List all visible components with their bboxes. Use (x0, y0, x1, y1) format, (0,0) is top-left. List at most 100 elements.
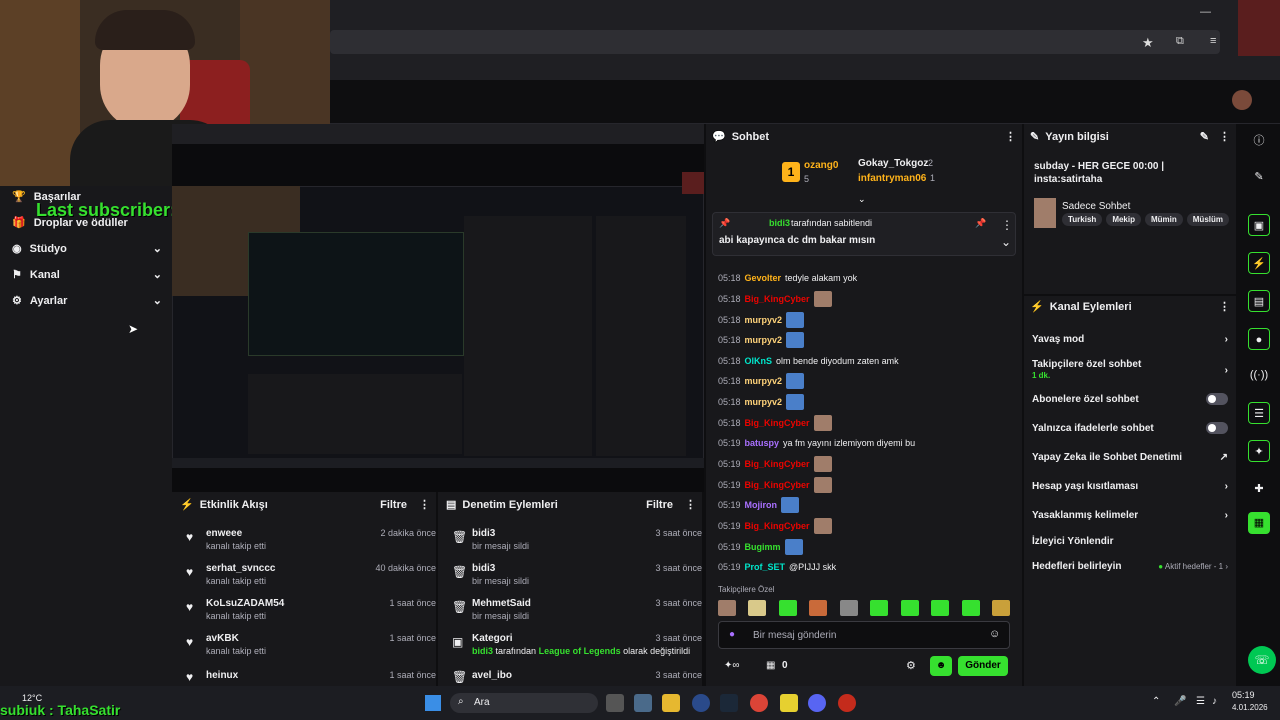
list-item[interactable]: ♥ serhat_svnccc kanalı takip etti 40 dak… (186, 563, 436, 597)
list-item[interactable]: ♥ heinux 1 saat önce (186, 670, 436, 684)
more-icon[interactable]: ⋮ (1219, 300, 1230, 313)
chat-bubble-icon[interactable]: ● (1248, 328, 1270, 350)
emote-icon[interactable] (778, 600, 797, 616)
clock-time[interactable]: 05:19 (1232, 690, 1255, 700)
list-item[interactable]: ▣ Kategori bidi3 tarafından League of Le… (452, 633, 702, 667)
msg-user[interactable]: murpyv2 (745, 376, 783, 386)
category-game[interactable]: League of Legends (539, 646, 621, 656)
chrome-icon[interactable] (750, 694, 768, 712)
chat-message[interactable]: 05:18 murpyv2 (718, 393, 805, 411)
tag[interactable]: Mekip (1106, 213, 1141, 226)
clip-icon[interactable]: ▣ (1248, 214, 1270, 236)
chat-message[interactable]: 05:18 murpyv2 (718, 311, 805, 329)
chevron-down-icon[interactable]: ⌄ (858, 194, 866, 205)
extension-icon[interactable]: ▦ (1248, 512, 1270, 534)
calculator-icon[interactable] (634, 694, 652, 712)
mic-icon[interactable]: ● (729, 629, 735, 640)
action-followers-only[interactable]: Takipçilere özel sohbet 1 dk. › (1032, 358, 1228, 382)
list-item[interactable]: ♥ enweee kanalı takip etti 2 dakika önce (186, 528, 436, 562)
chat-message[interactable]: 05:18 murpyv2 (718, 372, 805, 390)
msg-user[interactable]: batuspy (745, 438, 780, 448)
list-item[interactable]: 🗑 avel_ibo 3 saat önce (452, 670, 702, 684)
action-banned-words[interactable]: Yasaklanmış kelimeler › (1032, 510, 1228, 521)
chat-message[interactable]: 05:19 batuspy ya fm yayını izlemiyom diyem… (718, 434, 915, 452)
msg-user[interactable]: murpyv2 (745, 397, 783, 407)
chat-message[interactable]: 05:18 Big_KingCyber (718, 290, 832, 308)
stream-preview[interactable] (172, 124, 704, 492)
chat-message[interactable]: 05:19 Big_KingCyber (718, 455, 832, 473)
action-emote-only[interactable]: Yalnızca ifadelerle sohbet (1032, 422, 1228, 434)
unpin-icon[interactable]: 📌 (975, 218, 986, 229)
msg-user[interactable]: OlKnS (745, 356, 773, 366)
chat-settings-icon[interactable]: ⚙ (906, 659, 916, 672)
list-item[interactable]: 🗑 bidi3 bir mesajı sildi 3 saat önce (452, 563, 702, 597)
chat-message[interactable]: 05:19 Big_KingCyber (718, 476, 832, 494)
pencil-icon[interactable]: ✎ (1248, 166, 1270, 188)
leader-name[interactable]: infantryman06 (858, 173, 926, 184)
chat-message[interactable]: 05:19 Mojiron (718, 496, 800, 514)
chat-message[interactable]: 05:19 Big_KingCyber (718, 517, 832, 535)
wrench-icon[interactable]: ✦ (1248, 440, 1270, 462)
chat-message[interactable]: 05:18 murpyv2 (718, 331, 805, 349)
emote-tray[interactable] (718, 600, 1010, 616)
help-icon[interactable]: ☏ (1248, 646, 1276, 674)
list-item[interactable]: 🗑 bidi3 bir mesajı sildi 3 saat önce (452, 528, 702, 562)
more-icon[interactable]: ⋮ (1219, 130, 1230, 143)
emote-icon[interactable] (961, 600, 980, 616)
task-view-icon[interactable] (606, 694, 624, 712)
chat-message[interactable]: 05:19 Bugimm (718, 538, 803, 556)
msg-user[interactable]: Big_KingCyber (745, 418, 810, 428)
address-bar[interactable] (330, 30, 1220, 54)
ad-icon[interactable]: ▤ (1248, 290, 1270, 312)
list-item[interactable]: ♥ KoLsuZADAM54 kanalı takip etti 1 saat … (186, 598, 436, 632)
msg-user[interactable]: Big_KingCyber (745, 480, 810, 490)
emote-icon[interactable] (809, 600, 828, 616)
extensions-icon[interactable]: ⧉ (1176, 35, 1184, 48)
chat-message[interactable]: 05:18 Big_KingCyber (718, 414, 832, 432)
discord-icon[interactable] (808, 694, 826, 712)
chevron-down-icon[interactable]: ⌄ (1001, 235, 1011, 249)
bookmark-star-icon[interactable]: ★ (1142, 35, 1154, 51)
points-icon[interactable]: ▦ (766, 660, 775, 671)
action-raid[interactable]: İzleyici Yönlendir (1032, 536, 1228, 547)
record-icon[interactable] (838, 694, 856, 712)
emote-icon[interactable] (718, 600, 736, 616)
clock-date[interactable]: 4.01.2026 (1232, 703, 1268, 712)
emote-icon[interactable] (900, 600, 919, 616)
wifi-icon[interactable]: ☰ (1196, 696, 1205, 707)
windows-start-icon[interactable] (425, 695, 441, 711)
chat-input[interactable]: ● Bir mesaj gönderin ☺ (718, 621, 1010, 649)
tag[interactable]: Mümin (1144, 213, 1183, 226)
leader-name[interactable]: Gokay_Tokgoz (858, 158, 928, 169)
msg-user[interactable]: Bugimm (745, 542, 781, 552)
minimize-icon[interactable]: — (1200, 6, 1211, 18)
bits-icon[interactable]: ✦∞ (724, 660, 740, 671)
app-icon[interactable] (692, 694, 710, 712)
activity-filter-button[interactable]: Filtre (380, 499, 407, 511)
leader-name[interactable]: ozang0 (804, 160, 838, 171)
emoji-icon[interactable]: ☺ (989, 628, 1000, 640)
chat-message[interactable]: 05:18 OlKnS olm bende diyodum zaten amk (718, 352, 899, 370)
mod-filter-button[interactable]: Filtre (646, 499, 673, 511)
community-icon[interactable]: ☻ (930, 656, 952, 676)
info-icon[interactable]: ⓘ (1248, 130, 1270, 152)
msg-user[interactable]: murpyv2 (745, 335, 783, 345)
lightning-icon[interactable]: ⚡ (1248, 252, 1270, 274)
action-goals[interactable]: Hedefleri belirleyin ● Aktif hedefler - … (1032, 561, 1228, 572)
file-explorer-icon[interactable] (662, 694, 680, 712)
emote-icon[interactable] (839, 600, 858, 616)
msg-user[interactable]: Big_KingCyber (745, 459, 810, 469)
more-icon[interactable]: ⋮ (419, 498, 430, 511)
action-subs-only[interactable]: Abonelere özel sohbet (1032, 393, 1228, 405)
notes-icon[interactable] (780, 694, 798, 712)
send-button[interactable]: Gönder (958, 656, 1008, 676)
chat-message[interactable]: 05:19 Prof_SET @PIJJJ skk (718, 558, 836, 576)
taskbar-search[interactable]: ⌕ Ara (450, 693, 598, 713)
msg-user[interactable]: Prof_SET (745, 562, 786, 572)
msg-user[interactable]: Big_KingCyber (745, 521, 810, 531)
msg-user[interactable]: Mojiron (745, 500, 778, 510)
tag[interactable]: Müslüm (1186, 213, 1229, 226)
sidebar-item-studio[interactable]: ◉ Stüdyo ⌄ (12, 242, 162, 256)
msg-user[interactable]: Gevolter (745, 273, 782, 283)
volume-icon[interactable]: ♪ (1212, 696, 1217, 707)
